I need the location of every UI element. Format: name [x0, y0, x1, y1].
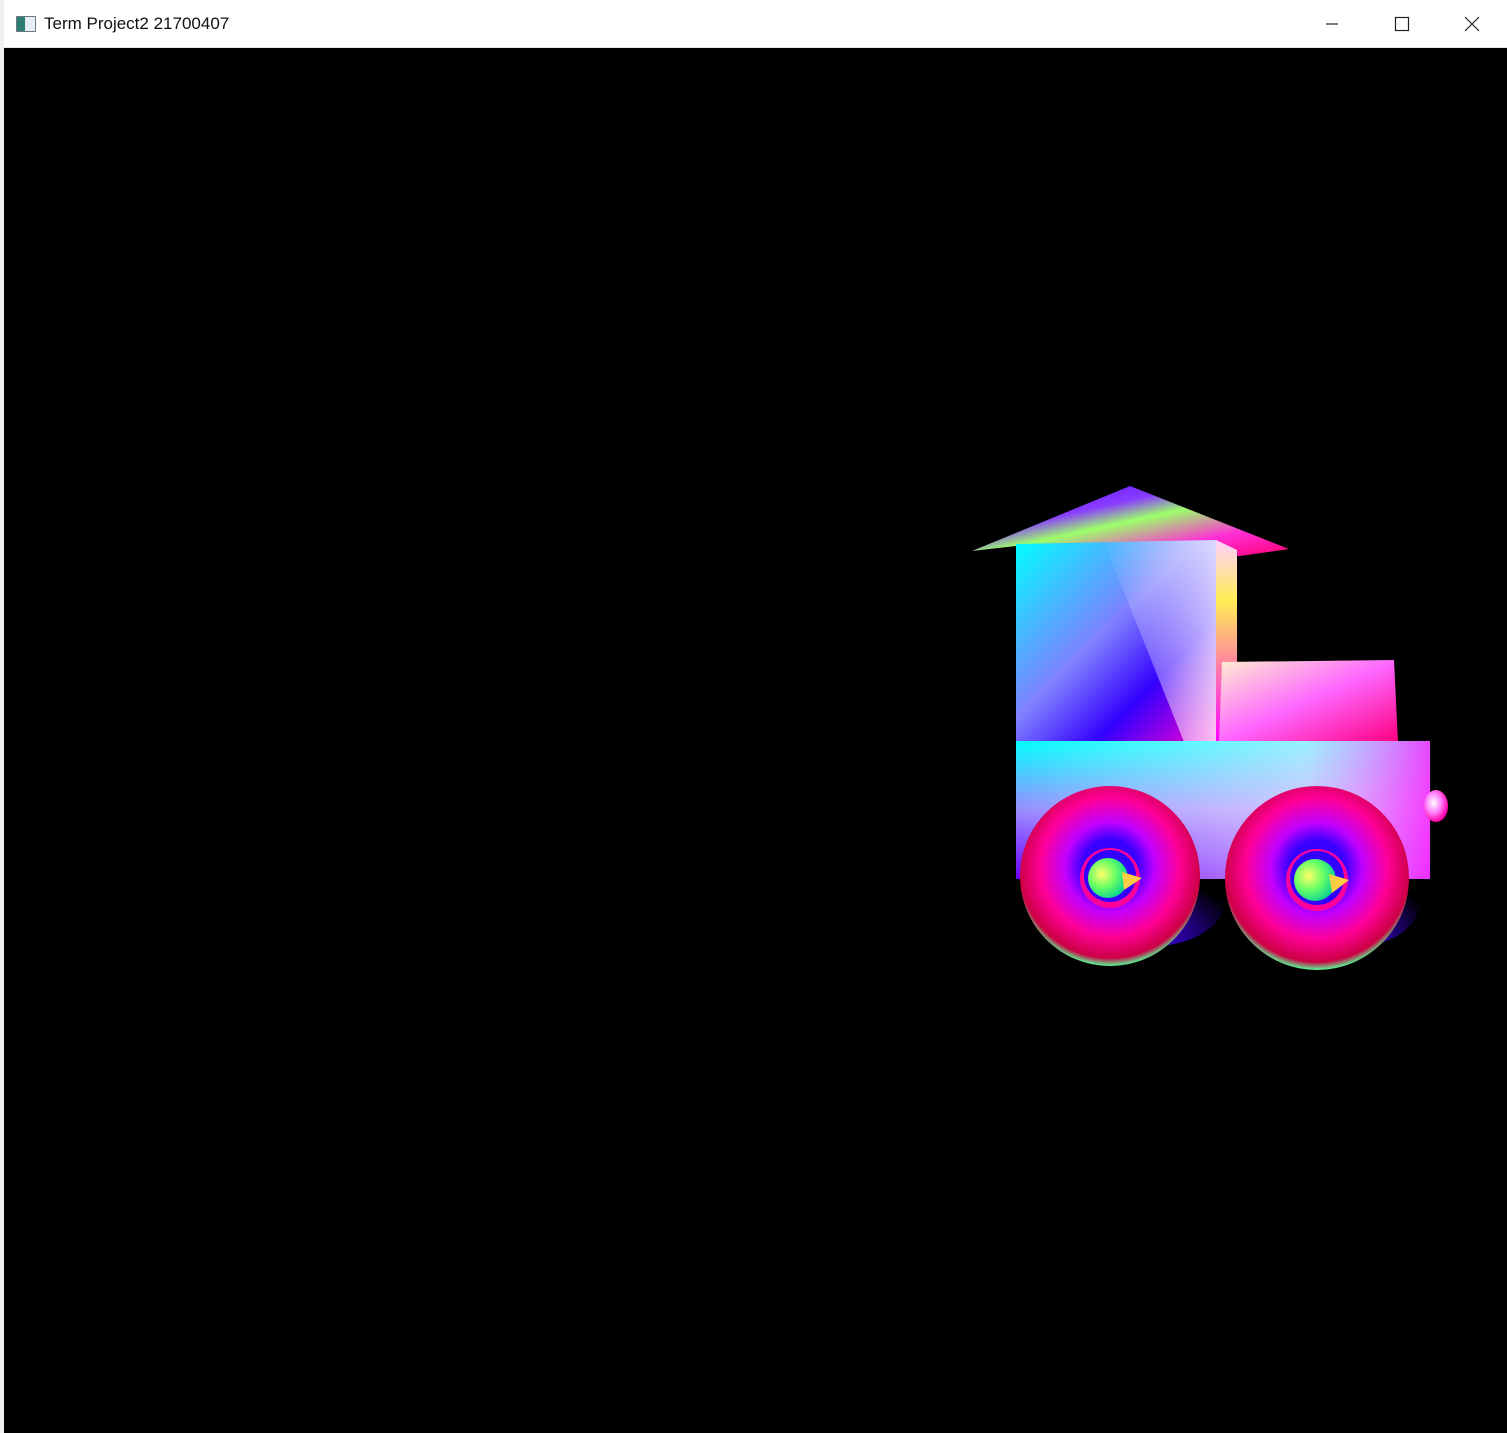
train-scene	[972, 486, 1448, 970]
maximize-button[interactable]	[1367, 0, 1437, 47]
close-button[interactable]	[1437, 0, 1507, 47]
minimize-button[interactable]	[1297, 0, 1367, 47]
maximize-icon	[1394, 16, 1410, 31]
wheel-right-hub	[1294, 859, 1336, 901]
render-canvas[interactable]	[4, 48, 1507, 1433]
window-controls	[1297, 0, 1507, 47]
app-window: Term Project2 21700407	[0, 0, 1507, 1433]
wheel-left-hub	[1088, 858, 1128, 898]
title-bar[interactable]: Term Project2 21700407	[4, 0, 1507, 48]
window-title: Term Project2 21700407	[44, 13, 230, 33]
train-front-knob	[1424, 790, 1448, 822]
train-boiler	[1219, 660, 1398, 742]
app-window-icon	[16, 15, 36, 32]
minimize-icon	[1326, 22, 1338, 25]
close-icon	[1464, 16, 1480, 31]
